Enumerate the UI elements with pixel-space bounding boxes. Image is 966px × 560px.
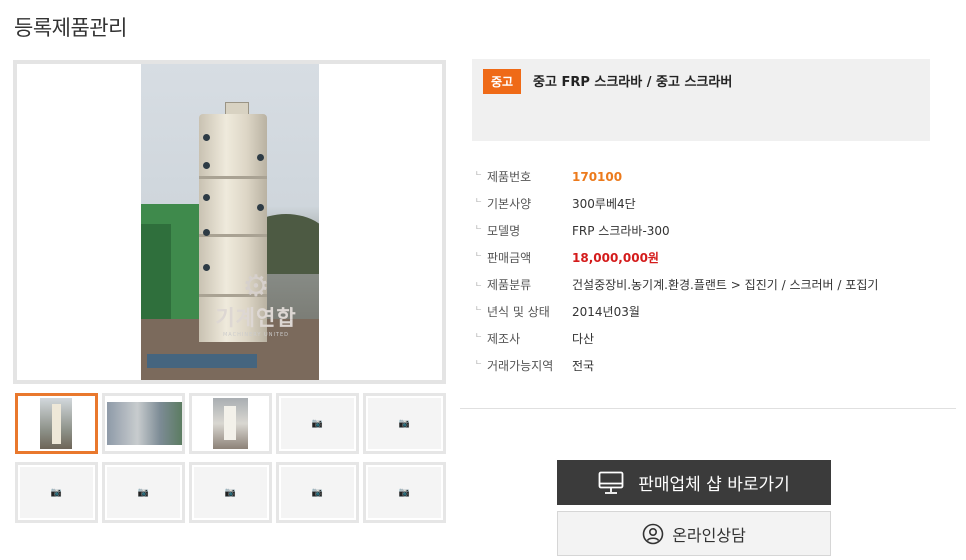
thumbnail-5[interactable]: 📷 [363, 393, 446, 454]
camera-icon: 📷 [398, 487, 411, 498]
camera-icon: 📷 [224, 487, 237, 498]
camera-icon: 📷 [311, 487, 324, 498]
condition-badge: 중고 [483, 69, 522, 94]
spec-label: 제품분류 [487, 278, 532, 292]
spec-row-model: ㄴ 모델명 FRP 스크라바-300 [475, 222, 915, 240]
spec-list: ㄴ 제품번호 170100 ㄴ 기본사양 300루베4단 ㄴ 모델명 FRP 스크라바… [475, 168, 915, 384]
online-consult-button[interactable]: 온라인상담 [557, 511, 831, 556]
thumbnail-4[interactable]: 📷 [276, 393, 359, 454]
page-title: 등록제품관리 [14, 16, 127, 40]
spec-value-model: FRP 스크라바-300 [572, 224, 670, 238]
thumbnail-1[interactable] [15, 393, 98, 454]
watermark-logo: ⚙ 기계연합 MACHINERY UNITED [213, 269, 299, 339]
thumbnail-6[interactable]: 📷 [15, 462, 98, 523]
main-product-image[interactable]: ⚙ 기계연합 MACHINERY UNITED [13, 60, 446, 384]
watermark-subtext: MACHINERY UNITED [222, 332, 289, 338]
thumbnail-2[interactable] [102, 393, 185, 454]
spec-label: 거래가능지역 [487, 359, 554, 373]
spec-row-price: ㄴ 판매금액 18,000,000원 [475, 249, 915, 267]
spec-row-trade-region: ㄴ 거래가능지역 전국 [475, 357, 915, 375]
camera-icon: 📷 [398, 418, 411, 429]
spec-label: 제품번호 [487, 170, 532, 184]
spec-label: 모델명 [487, 224, 521, 238]
spec-label: 판매금액 [487, 251, 532, 265]
spec-row-product-number: ㄴ 제품번호 170100 [475, 168, 915, 186]
spec-value-basic-spec: 300루베4단 [572, 197, 636, 211]
spec-value-year-condition: 2014년03월 [572, 305, 640, 319]
divider [460, 408, 956, 409]
seller-shop-button[interactable]: 판매업체 샵 바로가기 [557, 460, 831, 505]
spec-label: 기본사양 [487, 197, 532, 211]
product-title: 중고 FRP 스크라바 / 중고 스크라버 [533, 75, 733, 90]
headset-icon [642, 523, 664, 545]
thumbnail-grid: 📷 📷 📷 📷 📷 📷 📷 [15, 393, 447, 523]
thumbnail-7[interactable]: 📷 [102, 462, 185, 523]
spec-value-product-number: 170100 [572, 170, 623, 184]
spec-row-category: ㄴ 제품분류 건설중장비.농기계.환경.플랜트 > 집진기 / 스크러버 / 포집… [475, 276, 915, 294]
spec-value-price: 18,000,000원 [572, 251, 659, 265]
seller-shop-label: 판매업체 샵 바로가기 [638, 475, 790, 495]
spec-row-manufacturer: ㄴ 제조사 다산 [475, 330, 915, 348]
thumbnail-8[interactable]: 📷 [189, 462, 272, 523]
thumbnail-9[interactable]: 📷 [276, 462, 359, 523]
watermark-text: 기계연합 [215, 306, 297, 330]
spec-label: 제조사 [487, 332, 521, 346]
monitor-icon [598, 471, 624, 495]
thumbnail-10[interactable]: 📷 [363, 462, 446, 523]
spec-value-category: 건설중장비.농기계.환경.플랜트 > 집진기 / 스크러버 / 포집기 [572, 278, 879, 292]
spec-row-year-condition: ㄴ 년식 및 상태 2014년03월 [475, 303, 915, 321]
camera-icon: 📷 [137, 487, 150, 498]
online-consult-label: 온라인상담 [672, 525, 746, 545]
spec-label: 년식 및 상태 [487, 305, 550, 319]
gear-logo-icon: ⚙ [242, 269, 270, 304]
camera-icon: 📷 [311, 418, 324, 429]
spec-value-trade-region: 전국 [572, 359, 595, 373]
spec-value-manufacturer: 다산 [572, 332, 595, 346]
camera-icon: 📷 [50, 487, 63, 498]
thumbnail-3[interactable] [189, 393, 272, 454]
spec-row-basic-spec: ㄴ 기본사양 300루베4단 [475, 195, 915, 213]
product-title-box: 중고 중고 FRP 스크라바 / 중고 스크라버 [472, 59, 930, 141]
